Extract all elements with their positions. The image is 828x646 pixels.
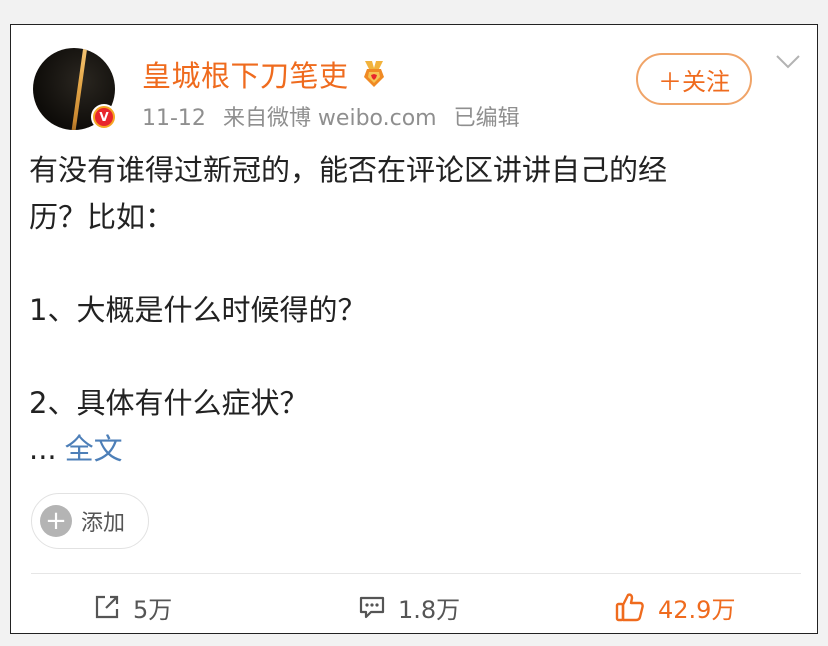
- post-date: 11-12: [142, 106, 206, 131]
- repost-icon: [95, 595, 119, 619]
- post-meta: 11-12 来自微博 weibo.com 已编辑: [142, 100, 530, 132]
- divider: [31, 573, 801, 574]
- comment-icon: [359, 596, 385, 619]
- author-name[interactable]: 皇城根下刀笔吏: [142, 53, 349, 95]
- post-text-more-line: ... 全文: [29, 426, 789, 473]
- comment-button[interactable]: 1.8万: [358, 587, 460, 627]
- add-button-label: 添加: [81, 511, 126, 536]
- verified-badge-letter: V: [95, 108, 113, 126]
- chevron-down-icon[interactable]: [775, 53, 801, 71]
- repost-button[interactable]: 5万: [93, 587, 172, 627]
- post-source: 来自微博 weibo.com: [222, 106, 437, 131]
- avatar-light-streak: [70, 48, 88, 130]
- post-text-line: 2、具体有什么症状？: [29, 385, 309, 420]
- add-button[interactable]: + 添加: [31, 493, 149, 549]
- thumbs-up-icon: [615, 593, 644, 622]
- post-text-line: 有没有谁得过新冠的，能否在评论区讲讲自己的经: [29, 153, 668, 187]
- medal-icon: [364, 61, 384, 87]
- post-edited: 已编辑: [453, 106, 520, 131]
- like-button[interactable]: 42.9万: [614, 587, 735, 627]
- full-text-link[interactable]: 全文: [65, 432, 123, 466]
- post-text-blank: [29, 240, 789, 287]
- like-count: 42.9万: [658, 595, 736, 624]
- follow-button[interactable]: ＋关注: [636, 53, 752, 105]
- repost-count: 5万: [133, 595, 173, 624]
- post-card: V 皇城根下刀笔吏 11-12 来自微博 weibo.com 已编辑 ＋关注 有…: [10, 24, 818, 634]
- verified-v-icon: V: [91, 104, 117, 130]
- post-text-line: 历？比如：: [29, 199, 175, 234]
- post-text-line: 1、大概是什么时候得的？: [29, 292, 367, 327]
- post-text-blank: [29, 333, 789, 380]
- comment-count: 1.8万: [398, 595, 461, 624]
- ellipsis: ...: [29, 432, 57, 466]
- plus-icon: +: [40, 505, 72, 537]
- post-body: 有没有谁得过新冠的，能否在评论区讲讲自己的经 历？比如： 1、大概是什么时候得的…: [29, 147, 789, 473]
